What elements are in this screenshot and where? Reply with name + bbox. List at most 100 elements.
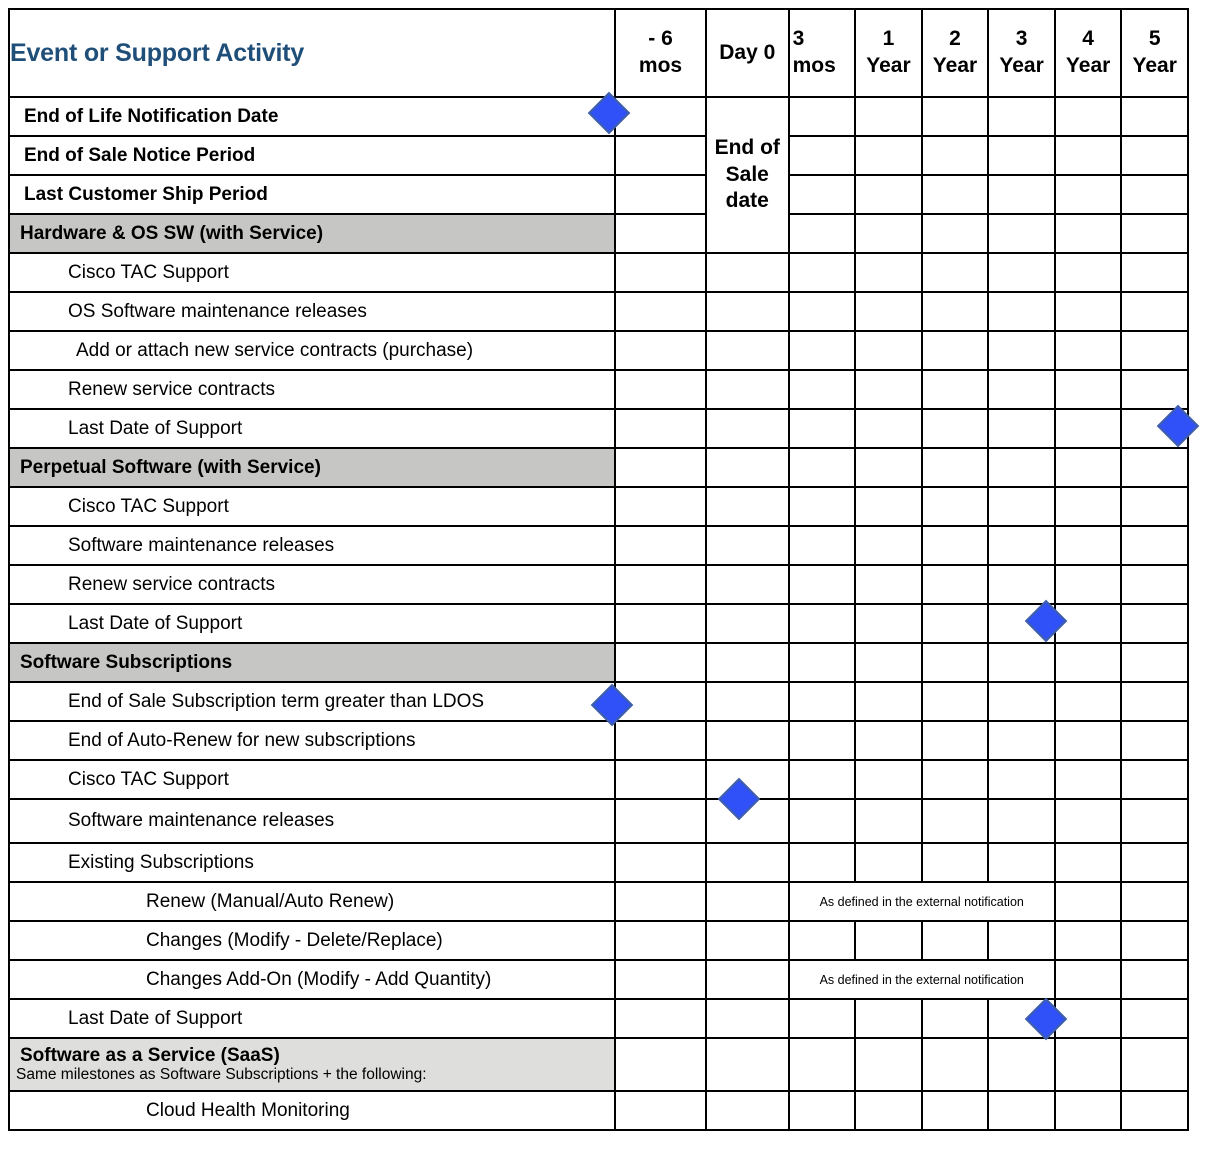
cell-3y [987, 408, 1056, 449]
cell-m6 [614, 330, 707, 371]
cell-3mos [787, 720, 857, 761]
cell-3y [987, 798, 1056, 844]
row-label: End of Sale Subscription term greater th… [7, 681, 617, 722]
cell-5y [1120, 291, 1189, 332]
cell-2y [920, 447, 990, 488]
cell-4y [1053, 291, 1123, 332]
cell-5y [1120, 486, 1189, 527]
cell-4y [1053, 720, 1123, 761]
bar-1y [854, 798, 923, 844]
row-label: End of Sale Notice Period [7, 135, 617, 176]
table-row: Renew service contracts [7, 369, 1189, 410]
bar-2y [920, 842, 990, 883]
row-label: Changes (Modify - Delete/Replace) [7, 920, 617, 961]
cell-5y [1120, 174, 1189, 215]
bar-1y [854, 291, 923, 332]
row-label: Renew service contracts [7, 564, 617, 605]
cell-4y [1053, 330, 1123, 371]
section-row: Hardware & OS SW (with Service) [7, 213, 1189, 254]
cell-day0 [704, 1037, 790, 1092]
column-header-2-year: 2 Year [920, 8, 990, 98]
bar-3mos [787, 759, 857, 800]
cell-m6 [614, 174, 707, 215]
cell-m6 [614, 447, 707, 488]
row-label: OS Software maintenance releases [7, 291, 617, 332]
cell-4y [1053, 603, 1123, 644]
cell-1y [854, 213, 923, 254]
col-3y-line1: 3 [1015, 27, 1028, 51]
cell-m6 [614, 1037, 707, 1092]
cell-4y [1053, 1037, 1123, 1092]
row-label: Changes Add-On (Modify - Add Quantity) [7, 959, 617, 1000]
bar-4y [1053, 369, 1123, 410]
bar-3mos [787, 330, 857, 371]
table-row: Cisco TAC Support [7, 759, 1189, 800]
cell-m6 [614, 1090, 707, 1131]
col-4y-line2: Year [1065, 54, 1111, 77]
saas-title: Software as a Service (SaaS) [20, 1044, 280, 1066]
cell-2y [920, 174, 990, 215]
row-label: Cisco TAC Support [7, 252, 617, 293]
cell-1y [854, 96, 923, 137]
table-row: Last Date of Support [7, 998, 1189, 1039]
cell-3y [987, 1037, 1056, 1092]
section-row: Perpetual Software (with Service) [7, 447, 1189, 488]
column-header-4-year: 4 Year [1053, 8, 1123, 98]
column-header-day-0: Day 0 [704, 8, 790, 98]
table-row: Last Date of Support [7, 408, 1189, 449]
bar-3mos [787, 486, 857, 527]
table-row: Existing Subscriptions [7, 842, 1189, 883]
cell-m6 [614, 603, 707, 644]
cell-4y [1053, 174, 1123, 215]
section-label-software-subscriptions: Software Subscriptions [7, 642, 617, 683]
bar-3mos [787, 174, 857, 215]
table-row: Cloud Health Monitoring [7, 1090, 1189, 1131]
cell-3mos [787, 135, 857, 176]
column-header-minus-6-mos: - 6 mos [614, 8, 707, 98]
cell-5y [1120, 96, 1189, 137]
cell-4y [1053, 881, 1123, 922]
cell-1y [854, 408, 923, 449]
cell-m6 [614, 369, 707, 410]
cell-5y [1120, 998, 1189, 1039]
bar-5y [1120, 369, 1189, 410]
cell-5y [1120, 681, 1189, 722]
col-4y-line1: 4 [1082, 27, 1094, 51]
bar-3mos [787, 525, 857, 566]
row-label: Last Date of Support [7, 603, 617, 644]
row-label: Last Date of Support [7, 408, 617, 449]
bar-3mos [787, 842, 857, 883]
cell-4y [1053, 759, 1123, 800]
cell-m6 [614, 291, 707, 332]
bar-1y [854, 920, 923, 961]
cell-2y [920, 96, 990, 137]
row-label: Software maintenance releases [7, 798, 617, 844]
bar-1y [854, 564, 923, 605]
bar-3y [987, 759, 1056, 800]
col-3y-line2: Year [999, 54, 1044, 77]
cell-5y [1120, 642, 1189, 683]
column-header-3-mos: 3 mos [787, 8, 857, 98]
cell-3y [987, 135, 1056, 176]
bar-3mos [787, 369, 857, 410]
cell-5y [1120, 564, 1189, 605]
cell-5y [1120, 330, 1189, 371]
table-row: OS Software maintenance releases [7, 291, 1189, 332]
cell-1y [854, 1037, 923, 1092]
saas-subtitle: Same milestones as Software Subscription… [16, 1065, 427, 1083]
bar-3y [987, 369, 1056, 410]
cell-5y [1120, 720, 1189, 761]
row-label: Renew (Manual/Auto Renew) [7, 881, 617, 922]
cell-5y [1120, 842, 1189, 883]
cell-4y [1053, 525, 1123, 566]
bar-4y [1053, 252, 1123, 293]
cell-5y [1120, 959, 1189, 1000]
day-0-end-of-sale-date-cell: End of Sale date [704, 96, 790, 254]
cell-3mos [787, 213, 857, 254]
row-label: Existing Subscriptions [7, 842, 617, 883]
col-day0-line1: Day 0 [719, 40, 776, 64]
cell-3y [987, 213, 1056, 254]
cell-1y [854, 681, 923, 722]
cell-2y [920, 642, 990, 683]
cell-3mos [787, 681, 857, 722]
